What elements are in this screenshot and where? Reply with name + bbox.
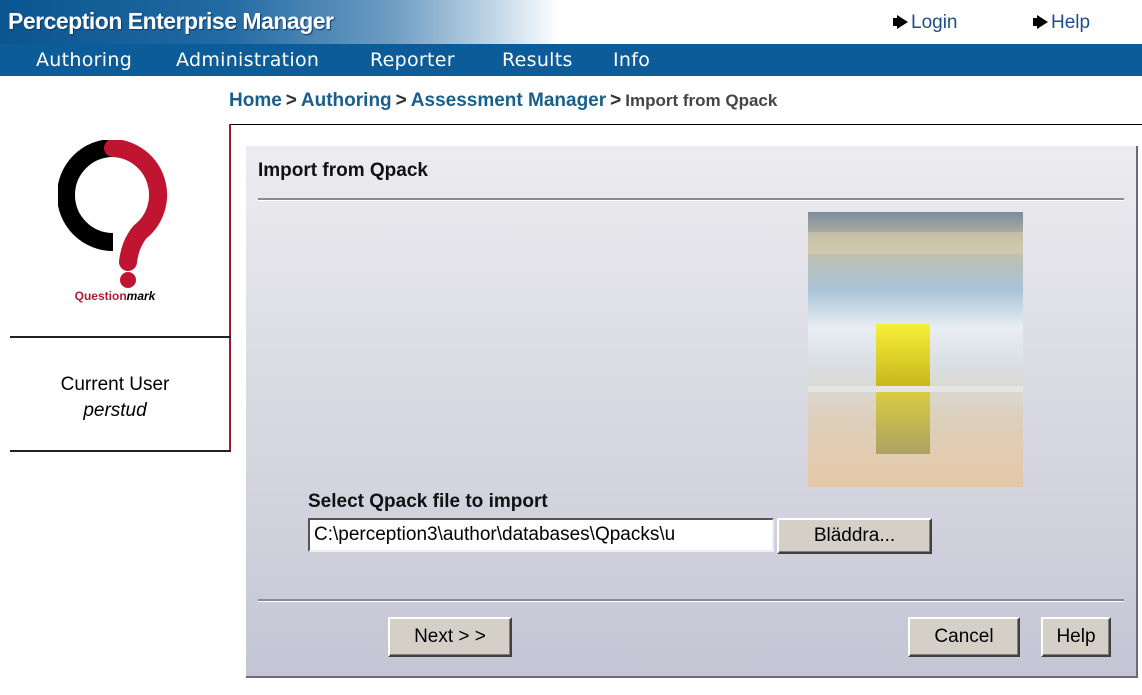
title-banner: Perception Enterprise Manager xyxy=(0,0,560,44)
breadcrumb-current: Import from Qpack xyxy=(625,91,778,110)
login-label: Login xyxy=(911,12,958,33)
top-header: Perception Enterprise Manager Login Help xyxy=(0,0,1142,44)
arrow-right-icon xyxy=(893,14,908,29)
arrow-right-icon xyxy=(1033,14,1048,29)
import-panel: Import from Qpack Select Qpack file to i… xyxy=(246,146,1138,678)
app-title: Perception Enterprise Manager xyxy=(8,8,334,34)
sidebar-hr xyxy=(10,450,231,452)
nav-results[interactable]: Results xyxy=(502,49,573,71)
panel-divider xyxy=(258,198,1124,201)
questionmark-logo-icon xyxy=(58,140,168,288)
breadcrumb: Home > Authoring > Assessment Manager > Import… xyxy=(229,90,777,112)
breadcrumb-separator: > xyxy=(395,90,407,111)
breadcrumb-assessment-manager[interactable]: Assessment Manager xyxy=(411,90,606,111)
logo-brand: Question xyxy=(74,289,127,303)
next-button[interactable]: Next > > xyxy=(388,617,512,657)
nav-administration[interactable]: Administration xyxy=(176,49,319,71)
breadcrumb-authoring[interactable]: Authoring xyxy=(301,90,392,111)
nav-authoring[interactable]: Authoring xyxy=(36,49,132,71)
browse-button[interactable]: Bläddra... xyxy=(777,518,932,554)
sidebar-hr xyxy=(10,336,231,338)
qpack-file-input[interactable] xyxy=(308,518,774,552)
login-link[interactable]: Login xyxy=(893,12,958,34)
help-label: Help xyxy=(1051,12,1091,33)
breadcrumb-separator: > xyxy=(285,90,297,111)
logo-wordmark: Questionmark xyxy=(30,289,200,303)
main-nav: Authoring Administration Reporter Result… xyxy=(0,44,1142,76)
sidebar-divider xyxy=(229,124,231,452)
breadcrumb-separator: > xyxy=(610,90,622,111)
panel-title: Import from Qpack xyxy=(258,160,428,181)
content-top-divider xyxy=(229,124,1142,125)
logo-brand-suffix: mark xyxy=(126,289,156,303)
cancel-button[interactable]: Cancel xyxy=(908,617,1020,657)
breadcrumb-home[interactable]: Home xyxy=(229,90,282,111)
panel-divider xyxy=(258,599,1124,602)
help-button[interactable]: Help xyxy=(1041,617,1111,657)
current-user-name: perstud xyxy=(83,400,147,421)
nav-reporter[interactable]: Reporter xyxy=(370,49,455,71)
current-user-label: Current User xyxy=(60,374,170,395)
decorative-cube-image xyxy=(808,212,1023,487)
select-file-label: Select Qpack file to import xyxy=(308,491,548,512)
nav-info[interactable]: Info xyxy=(613,49,650,71)
help-link[interactable]: Help xyxy=(1033,12,1091,34)
